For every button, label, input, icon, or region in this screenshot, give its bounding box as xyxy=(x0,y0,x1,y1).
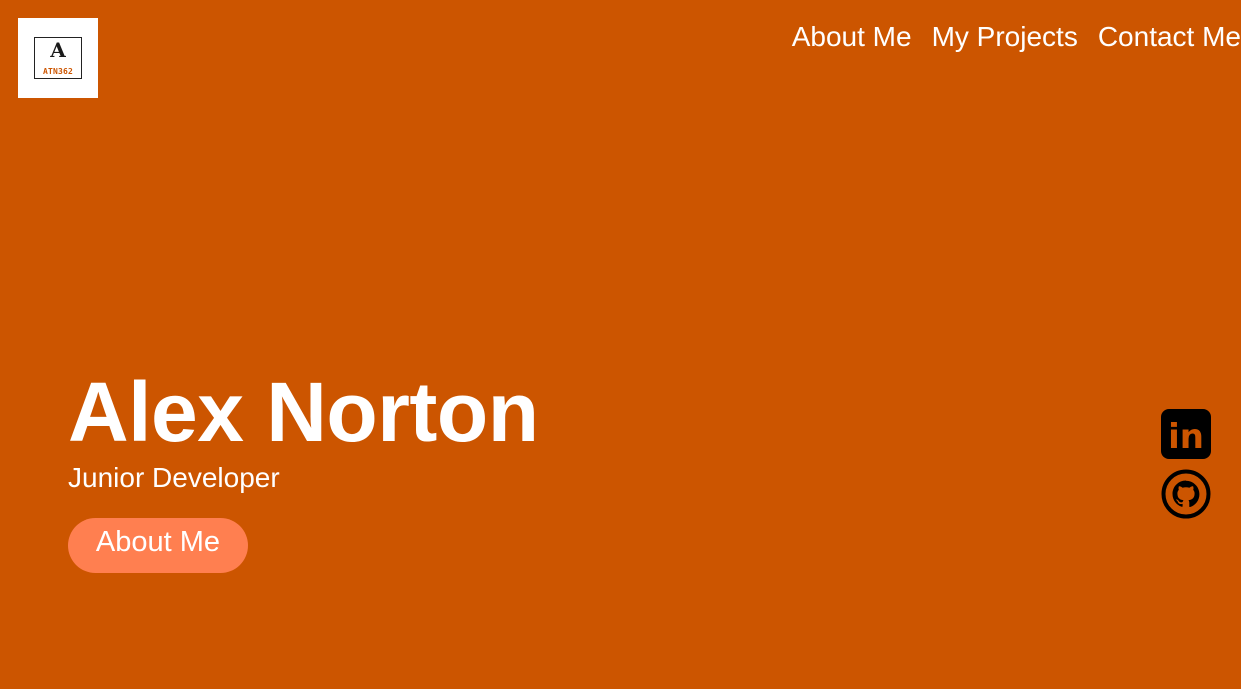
svg-text:in: in xyxy=(1168,417,1204,457)
nav-my-projects[interactable]: My Projects xyxy=(932,18,1078,56)
logo-glyph: A xyxy=(50,38,66,62)
nav-contact-me[interactable]: Contact Me xyxy=(1098,18,1241,56)
hero-name: Alex Norton xyxy=(68,365,539,459)
main-nav: About Me My Projects Contact Me xyxy=(792,18,1241,56)
hero-role: Junior Developer xyxy=(68,462,280,493)
hero-section: Alex Norton Junior Developer About Me xyxy=(68,366,539,573)
logo-text: ATN362 xyxy=(42,67,74,76)
social-links: in xyxy=(1161,409,1211,529)
linkedin-link[interactable]: in xyxy=(1161,409,1211,459)
github-icon xyxy=(1161,469,1211,519)
linkedin-icon: in xyxy=(1161,409,1211,459)
logo-frame: A ATN362 xyxy=(34,37,82,79)
github-link[interactable] xyxy=(1161,469,1211,519)
nav-about-me[interactable]: About Me xyxy=(792,18,912,56)
about-me-button[interactable]: About Me xyxy=(68,518,248,573)
site-logo[interactable]: A ATN362 xyxy=(18,18,98,98)
